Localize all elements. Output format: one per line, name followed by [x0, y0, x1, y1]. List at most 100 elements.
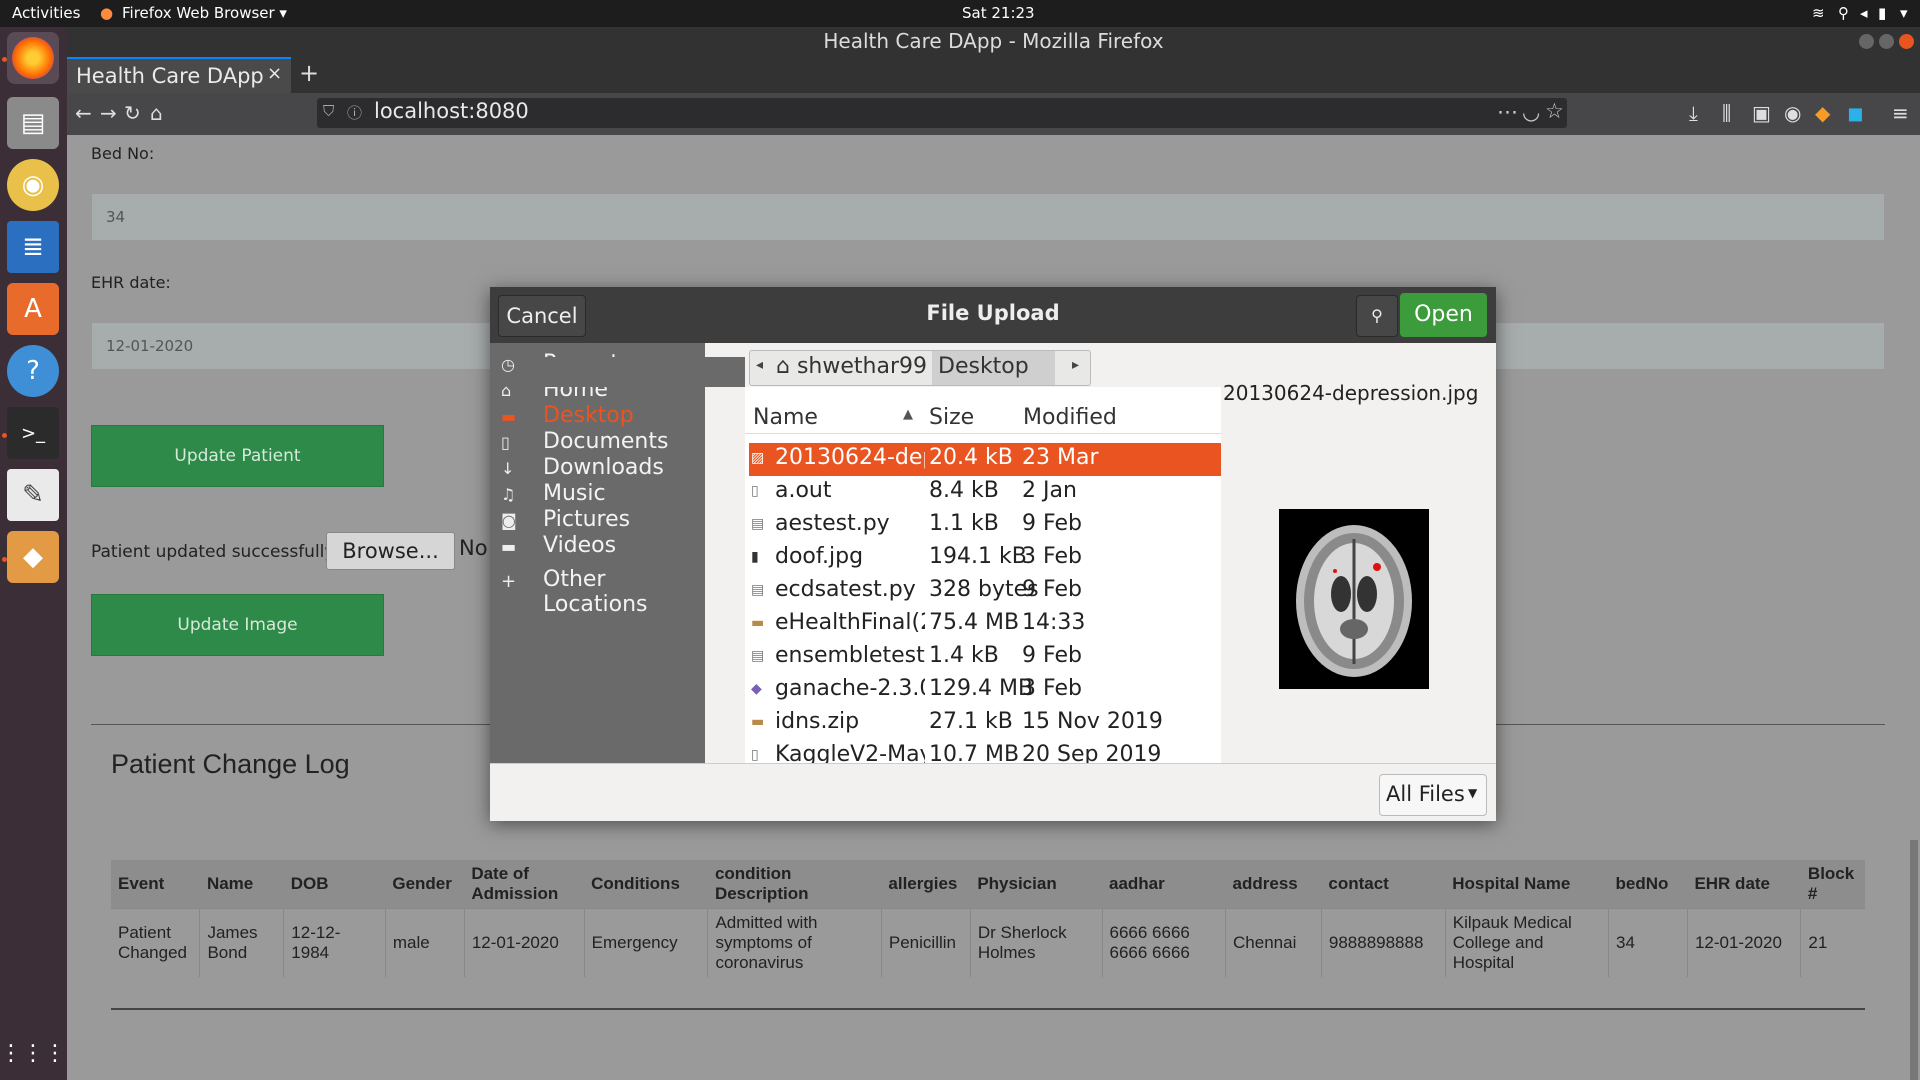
column-header: aadhar	[1102, 860, 1226, 909]
show-apps-button[interactable]: ⋮⋮⋮	[0, 1027, 66, 1079]
path-left-arrow-icon[interactable]: ◂	[756, 357, 763, 373]
update-image-button[interactable]: Update Image	[91, 594, 384, 656]
info-icon[interactable]: ⓘ	[347, 102, 362, 123]
bed-no-input[interactable]: 34	[91, 193, 1885, 241]
size-column-header[interactable]: Size	[929, 405, 974, 430]
software-dock-icon[interactable]: A	[7, 283, 59, 335]
page-scrollbar[interactable]	[1910, 840, 1918, 1080]
file-row-selected[interactable]: ▨ 20130624-depr… 20.4 kB 23 Mar	[749, 443, 1221, 476]
file-name: KaggleV2-May-…	[775, 742, 925, 763]
mic-icon[interactable]: ⚲	[1838, 4, 1849, 22]
metamask-icon[interactable]: ◆	[1815, 101, 1830, 125]
place-downloads[interactable]: Downloads	[543, 455, 664, 480]
extension-icon[interactable]: ◼	[1847, 101, 1864, 125]
battery-icon[interactable]: ▮	[1878, 4, 1886, 22]
document-icon: ≣	[7, 221, 59, 273]
path-right-arrow-icon[interactable]: ▸	[1072, 357, 1079, 373]
place-other-locations[interactable]: Other Locations	[543, 567, 705, 617]
file-modified: 2 Jan	[1022, 478, 1077, 503]
package-icon: ◆	[7, 531, 59, 583]
file-size: 1.1 kB	[929, 511, 999, 536]
file-name: ecdsatest.py	[775, 577, 916, 602]
column-header: Gender	[385, 860, 465, 909]
file-row[interactable]: ▯ a.out 8.4 kB 2 Jan	[749, 476, 1221, 509]
file-row[interactable]: ▮ doof.jpg 194.1 kB 3 Feb	[749, 542, 1221, 575]
help-icon: ?	[7, 345, 59, 397]
close-window-button[interactable]	[1899, 34, 1914, 49]
terminal-dock-icon[interactable]: >_	[7, 407, 59, 459]
help-dock-icon[interactable]: ?	[7, 345, 59, 397]
sidebar-icon[interactable]: ▣	[1752, 101, 1771, 125]
maximize-button[interactable]	[1879, 34, 1894, 49]
new-tab-button[interactable]: +	[299, 59, 319, 87]
writer-dock-icon[interactable]: ≣	[7, 221, 59, 273]
back-icon[interactable]: ←	[75, 101, 92, 125]
downloads-icon[interactable]: ⤓	[1689, 101, 1698, 125]
table-cell: Penicillin	[880, 908, 971, 977]
minimize-button[interactable]	[1859, 34, 1874, 49]
system-menu-icon[interactable]: ▾	[1900, 4, 1908, 22]
tab-health-care-dapp[interactable]: Health Care DApp ×	[67, 57, 291, 93]
place-desktop[interactable]: Desktop	[543, 403, 634, 428]
shield-icon[interactable]: ⛉	[323, 102, 334, 120]
running-indicator	[2, 57, 7, 62]
place-documents[interactable]: Documents	[543, 429, 668, 454]
path-desktop-button[interactable]: Desktop	[932, 351, 1055, 385]
url-bar[interactable]: ⛉ ⓘ localhost:8080 ⋯ ◡ ☆	[317, 98, 1567, 128]
library-icon[interactable]: ⫼	[1722, 101, 1731, 125]
bookmark-star-icon[interactable]: ☆	[1545, 99, 1564, 123]
open-button[interactable]: Open	[1400, 293, 1487, 337]
clock[interactable]: Sat 21:23	[962, 4, 1035, 22]
firefox-dock-icon[interactable]	[7, 32, 59, 84]
reload-icon[interactable]: ↻	[124, 101, 141, 125]
pocket-icon[interactable]: ◡	[1522, 100, 1540, 124]
file-modified: 20 Sep 2019	[1022, 742, 1162, 763]
app-dock-icon[interactable]: ◆	[7, 531, 59, 583]
url-text[interactable]: localhost:8080	[374, 99, 529, 123]
tab-title: Health Care DApp	[76, 64, 264, 88]
volume-icon[interactable]: ◂	[1860, 4, 1868, 22]
browse-button[interactable]: Browse...	[326, 532, 455, 570]
forward-icon[interactable]: →	[100, 101, 117, 125]
wifi-icon[interactable]: ≋	[1812, 4, 1825, 22]
home-icon[interactable]: ⌂	[150, 101, 163, 125]
app-menu[interactable]: Firefox Web Browser ▾	[122, 4, 287, 22]
activities-button[interactable]: Activities	[12, 4, 80, 22]
place-videos[interactable]: Videos	[543, 533, 616, 558]
places-sidebar: ◷ Recent ⌂ Home ▬ Desktop ▯ Documents ↓ …	[490, 343, 705, 763]
file-size: 129.4 MB	[929, 676, 1034, 701]
name-column-header[interactable]: Name	[753, 405, 818, 430]
file-list-header: Name ▲ Size Modified	[745, 399, 1221, 434]
preview-image	[1279, 509, 1429, 689]
file-row[interactable]: ▯ KaggleV2-May-… 10.7 MB 20 Sep 2019	[749, 740, 1221, 763]
running-indicator	[2, 433, 7, 438]
files-dock-icon[interactable]: ▤	[7, 97, 59, 149]
column-header: Block #	[1800, 860, 1865, 909]
file-row[interactable]: ◆ ganache-2.3.0-… 129.4 MB 3 Feb	[749, 674, 1221, 707]
file-row[interactable]: ▤ aestest.py 1.1 kB 9 Feb	[749, 509, 1221, 542]
clock-icon: ◷	[501, 355, 515, 374]
place-pictures[interactable]: Pictures	[543, 507, 630, 532]
path-home-button[interactable]: ⌂ shwethar99	[776, 354, 927, 379]
no-file-text: No	[459, 536, 488, 560]
editor-dock-icon[interactable]: ✎	[7, 469, 59, 521]
place-music[interactable]: Music	[543, 481, 606, 506]
file-row[interactable]: ▬ eHealthFinal(2)… 75.4 MB 14:33	[749, 608, 1221, 641]
file-filter-dropdown[interactable]: All Files ▼	[1379, 774, 1487, 816]
table-cell: Patient Changed	[111, 908, 200, 977]
file-size: 20.4 kB	[929, 445, 1013, 470]
file-row[interactable]: ▤ ecdsatest.py 328 bytes 9 Feb	[749, 575, 1221, 608]
file-row[interactable]: ▤ ensembletest.py 1.4 kB 9 Feb	[749, 641, 1221, 674]
page-actions-icon[interactable]: ⋯	[1497, 100, 1518, 124]
rhythmbox-dock-icon[interactable]: ◉	[7, 159, 59, 211]
tab-close-icon[interactable]: ×	[267, 63, 282, 84]
modified-column-header[interactable]: Modified	[1023, 405, 1117, 430]
menu-icon[interactable]: ≡	[1892, 101, 1909, 125]
file-name: doof.jpg	[775, 544, 864, 569]
table-cell: male	[384, 908, 465, 977]
text-file-icon: ▤	[751, 516, 765, 532]
file-row[interactable]: ▬ idns.zip 27.1 kB 15 Nov 2019	[749, 707, 1221, 740]
account-icon[interactable]: ◉	[1784, 101, 1801, 125]
search-icon[interactable]: ⚲	[1356, 295, 1398, 337]
update-patient-button[interactable]: Update Patient	[91, 425, 384, 487]
